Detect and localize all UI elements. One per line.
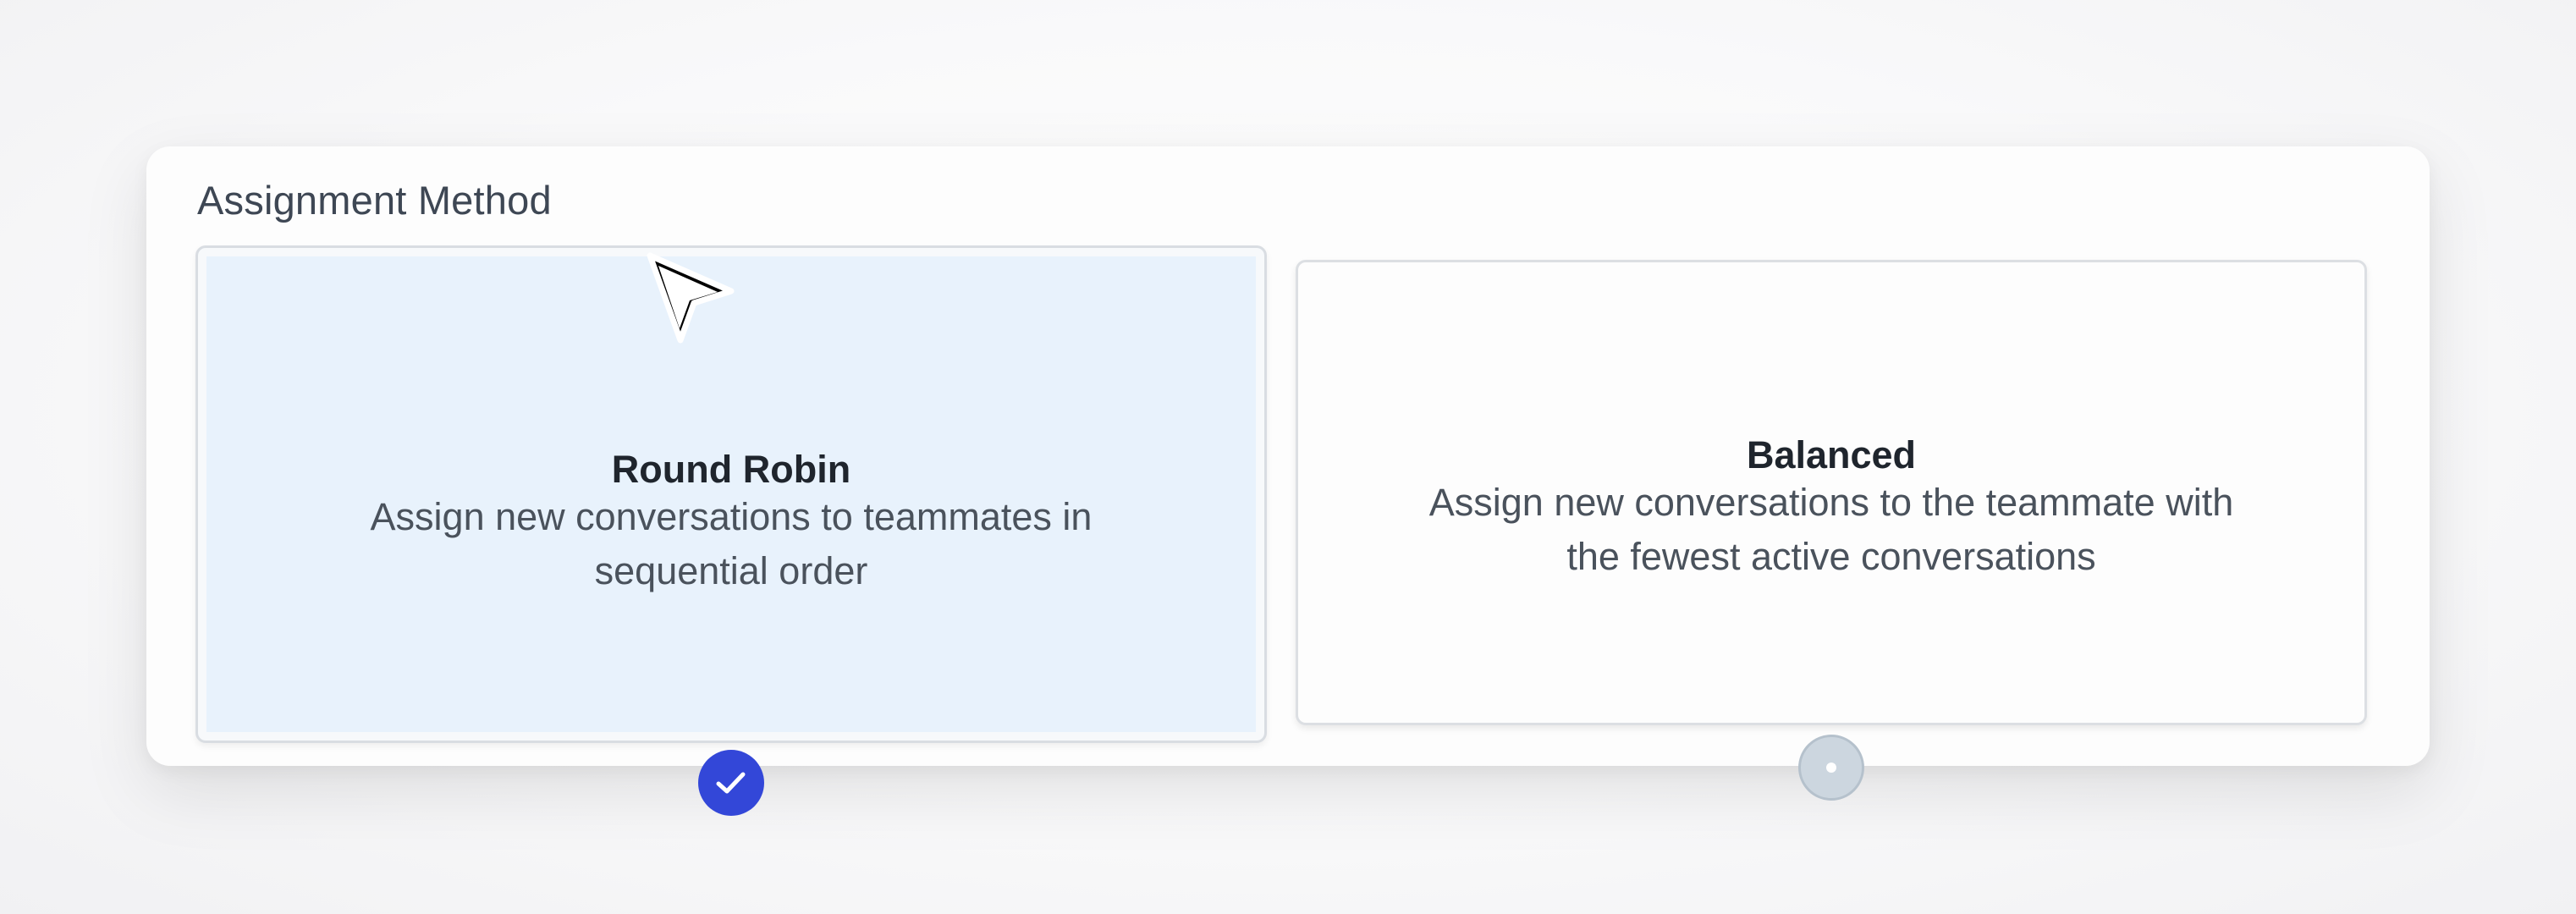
check-icon xyxy=(716,772,746,794)
option-balanced[interactable]: Balanced Assign new conversations to the… xyxy=(1296,260,2367,801)
radio-dot-icon xyxy=(1826,763,1836,773)
assignment-method-panel: Assignment Method Round Robin Assign new… xyxy=(146,146,2430,816)
option-title: Balanced xyxy=(1746,433,1917,476)
option-title: Round Robin xyxy=(611,448,851,491)
option-description: Assign new conversations to the teammate… xyxy=(1428,481,2234,578)
mouse-cursor-icon xyxy=(647,252,735,344)
unselected-radio[interactable] xyxy=(1798,735,1864,801)
section-title: Assignment Method xyxy=(197,178,552,223)
selected-radio[interactable] xyxy=(698,750,764,816)
option-description: Assign new conversations to teammates in… xyxy=(370,495,1093,592)
